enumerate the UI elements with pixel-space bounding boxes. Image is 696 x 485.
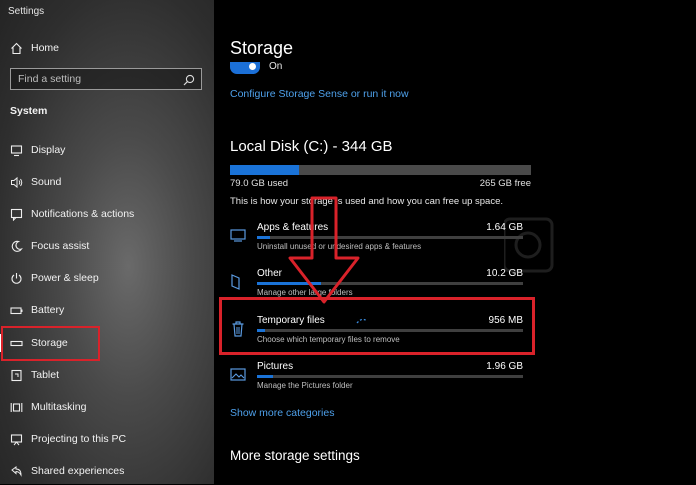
sidebar-item-home[interactable]: Home: [0, 34, 214, 62]
red-arrow-icon: [288, 196, 360, 304]
storage-description: This is how your storage is used and how…: [230, 196, 504, 207]
category-bar-fill: [257, 375, 273, 378]
category-name: Pictures: [257, 361, 294, 372]
app-title: Settings: [8, 6, 45, 17]
category-apps-features[interactable]: Apps & features 1.64 GB Uninstall unused…: [230, 222, 530, 262]
battery-icon: [9, 303, 23, 317]
sidebar: Settings Home System Display Sound Notif…: [0, 0, 214, 484]
sidebar-item-power-sleep[interactable]: Power & sleep: [0, 264, 214, 292]
notification-icon: [9, 207, 23, 221]
sidebar-item-label: Power & sleep: [31, 272, 99, 284]
sidebar-item-label: Shared experiences: [31, 465, 125, 477]
speaker-icon: [9, 175, 23, 189]
storage-sense-toggle[interactable]: [230, 62, 260, 74]
pictures-icon: [230, 366, 246, 384]
toggle-state-label: On: [269, 61, 283, 72]
sidebar-item-projecting[interactable]: Projecting to this PC: [0, 425, 214, 453]
category-bar: [257, 375, 523, 378]
folder-icon: [230, 273, 246, 291]
category-pictures[interactable]: Pictures 1.96 GB Manage the Pictures fol…: [230, 361, 530, 401]
main-pane: Storage On Configure Storage Sense or ru…: [214, 0, 696, 484]
highlight-box: [219, 297, 535, 355]
sidebar-item-label: Notifications & actions: [31, 208, 135, 220]
more-storage-settings-title: More storage settings: [230, 448, 360, 463]
toggle-knob: [249, 63, 256, 70]
tablet-icon: [9, 368, 23, 382]
search-box[interactable]: [10, 68, 202, 90]
category-size: 10.2 GB: [486, 268, 523, 279]
sidebar-item-battery[interactable]: Battery: [0, 296, 214, 324]
sidebar-item-sound[interactable]: Sound: [0, 168, 214, 196]
apps-icon: [230, 227, 246, 245]
sidebar-item-multitasking[interactable]: Multitasking: [0, 393, 214, 421]
sidebar-item-tablet[interactable]: Tablet: [0, 361, 214, 389]
sidebar-item-label: Multitasking: [31, 401, 87, 413]
disk-free-text: 265 GB free: [479, 178, 531, 189]
category-subtitle: Manage the Pictures folder: [257, 381, 353, 390]
category-bar-fill: [257, 236, 271, 239]
highlight-box: [1, 326, 100, 361]
category-size: 1.96 GB: [486, 361, 523, 372]
moon-icon: [9, 239, 23, 253]
sidebar-item-label: Sound: [31, 176, 62, 188]
sidebar-item-focus-assist[interactable]: Focus assist: [0, 232, 214, 260]
disk-used-text: 79.0 GB used: [230, 178, 289, 189]
category-size: 1.64 GB: [486, 222, 523, 233]
shared-icon: [9, 464, 23, 478]
search-icon[interactable]: [183, 73, 195, 91]
section-title: System: [10, 105, 48, 117]
configure-storage-sense-link[interactable]: Configure Storage Sense or run it now: [230, 88, 409, 100]
sidebar-item-shared-experiences[interactable]: Shared experiences: [0, 457, 214, 485]
multitasking-icon: [9, 400, 23, 414]
projector-icon: [9, 432, 23, 446]
search-input[interactable]: [11, 72, 180, 86]
page-title: Storage: [230, 38, 294, 58]
category-name: Other: [257, 268, 283, 279]
sidebar-item-label: Battery: [31, 304, 65, 316]
sidebar-item-label: Projecting to this PC: [31, 433, 127, 445]
sidebar-item-label: Display: [31, 144, 66, 156]
disk-title: Local Disk (C:) - 344 GB: [230, 138, 393, 155]
sidebar-item-label: Home: [31, 42, 60, 54]
sidebar-item-label: Focus assist: [31, 240, 90, 252]
power-icon: [9, 271, 23, 285]
disk-usage-fill: [230, 165, 300, 175]
disk-usage-bar: [230, 165, 531, 175]
sidebar-item-display[interactable]: Display: [0, 136, 214, 164]
monitor-icon: [9, 143, 23, 157]
show-more-categories-link[interactable]: Show more categories: [230, 407, 334, 419]
sidebar-item-label: Tablet: [31, 369, 60, 381]
sidebar-item-notifications[interactable]: Notifications & actions: [0, 200, 214, 228]
home-icon: [9, 41, 23, 55]
